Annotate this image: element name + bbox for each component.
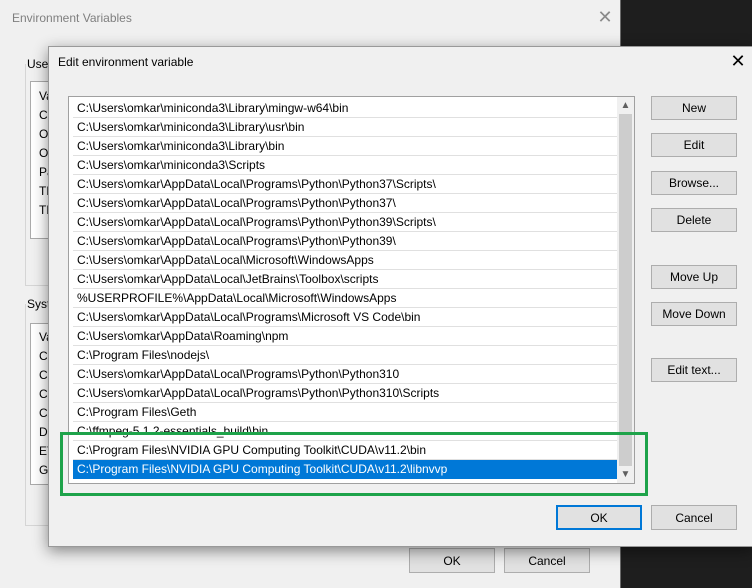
close-icon[interactable]: ✕ [729,52,747,70]
path-list[interactable]: C:\Users\omkar\miniconda3\Library\mingw-… [68,96,635,484]
ok-button[interactable]: OK [556,505,642,530]
edit-button[interactable]: Edit [651,133,737,157]
path-list-item[interactable]: C:\Users\omkar\AppData\Roaming\npm [73,327,617,346]
window-title: Environment Variables [12,11,132,25]
delete-button[interactable]: Delete [651,208,737,232]
path-list-item[interactable]: C:\Users\omkar\AppData\Local\Programs\Mi… [73,308,617,327]
bg-ok-button[interactable]: OK [409,548,495,573]
edit-text-button[interactable]: Edit text... [651,358,737,382]
path-list-item-selected[interactable]: C:\Program Files\NVIDIA GPU Computing To… [73,460,617,479]
path-list-item[interactable]: C:\Users\omkar\miniconda3\Library\mingw-… [73,99,617,118]
path-list-item[interactable]: C:\Users\omkar\miniconda3\Library\usr\bi… [73,118,617,137]
path-list-item[interactable]: C:\Users\omkar\miniconda3\Scripts [73,156,617,175]
path-list-item[interactable]: C:\Users\omkar\AppData\Local\Programs\Py… [73,194,617,213]
path-list-item[interactable]: C:\Program Files\Geth [73,403,617,422]
browse-button[interactable]: Browse... [651,171,737,195]
chevron-down-icon[interactable]: ▼ [617,466,634,483]
chevron-up-icon[interactable]: ▲ [617,97,634,114]
path-list-item[interactable]: C:\Users\omkar\AppData\Local\Programs\Py… [73,232,617,251]
cancel-button[interactable]: Cancel [651,505,737,530]
path-list-item[interactable]: C:\Program Files\nodejs\ [73,346,617,365]
path-list-item[interactable]: C:\Users\omkar\AppData\Local\Programs\Py… [73,384,617,403]
edit-environment-variable-dialog: Edit environment variable ✕ C:\Users\omk… [48,46,752,547]
vertical-scrollbar[interactable]: ▲ ▼ [617,97,634,483]
new-button[interactable]: New [651,96,737,120]
path-list-item[interactable]: C:\Users\omkar\miniconda3\Library\bin [73,137,617,156]
close-icon[interactable]: ✕ [596,8,614,26]
bg-cancel-button[interactable]: Cancel [504,548,590,573]
path-list-item[interactable]: C:\Users\omkar\AppData\Local\Microsoft\W… [73,251,617,270]
path-list-item[interactable]: C:\Users\omkar\AppData\Local\JetBrains\T… [73,270,617,289]
path-list-item[interactable]: C:\ffmpeg-5.1.2-essentials_build\bin [73,422,617,441]
path-list-item[interactable]: C:\Users\omkar\AppData\Local\Programs\Py… [73,213,617,232]
scrollbar-thumb[interactable] [619,114,632,466]
path-list-item[interactable]: %USERPROFILE%\AppData\Local\Microsoft\Wi… [73,289,617,308]
path-list-item[interactable]: C:\Users\omkar\AppData\Local\Programs\Py… [73,175,617,194]
path-list-item[interactable]: C:\Users\omkar\AppData\Local\Programs\Py… [73,365,617,384]
move-up-button[interactable]: Move Up [651,265,737,289]
path-list-item[interactable]: C:\Program Files\NVIDIA GPU Computing To… [73,441,617,460]
dialog-title: Edit environment variable [58,55,194,69]
move-down-button[interactable]: Move Down [651,302,737,326]
